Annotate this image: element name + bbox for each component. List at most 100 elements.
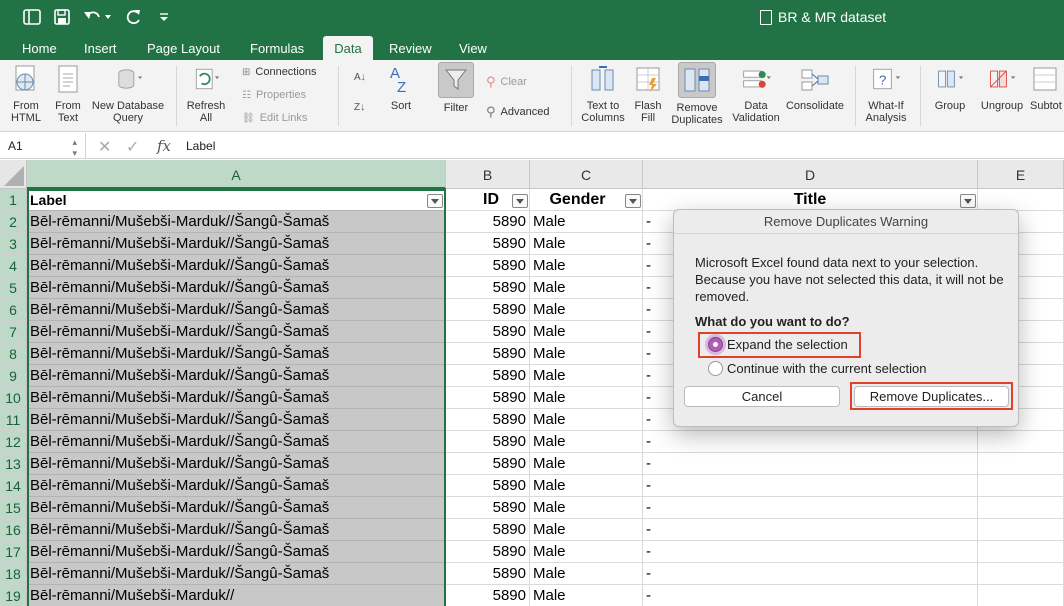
connections-button[interactable]: ⊞ Connections xyxy=(242,66,317,78)
cell-label[interactable]: Bēl-rēmanni/Mušebši-Marduk//Šangû-Šamaš xyxy=(27,277,446,299)
tab-data[interactable]: Data xyxy=(323,36,373,60)
cell-label[interactable]: Bēl-rēmanni/Mušebši-Marduk//Šangû-Šamaš xyxy=(27,431,446,453)
cell-id[interactable]: 5890 xyxy=(446,299,530,321)
cell-title[interactable]: - xyxy=(643,541,978,563)
cell-e[interactable] xyxy=(978,453,1064,475)
row-header[interactable]: 14 xyxy=(0,475,27,497)
tab-review[interactable]: Review xyxy=(378,36,443,60)
cell-label[interactable]: Bēl-rēmanni/Mušebši-Marduk//Šangû-Šamaš xyxy=(27,365,446,387)
cell-gender[interactable]: Male xyxy=(530,497,643,519)
from-text-button[interactable]: From Text xyxy=(48,62,88,124)
confirm-entry-icon[interactable]: ✓ xyxy=(126,137,139,157)
cell-label[interactable]: Bēl-rēmanni/Mušebši-Marduk//Šangû-Šamaš xyxy=(27,343,446,365)
group-button[interactable]: Group xyxy=(926,62,974,112)
cell-id[interactable]: 5890 xyxy=(446,343,530,365)
cell-label[interactable]: Bēl-rēmanni/Mušebši-Marduk//Šangû-Šamaš xyxy=(27,563,446,585)
cell-e[interactable] xyxy=(978,585,1064,606)
cell-label[interactable]: Bēl-rēmanni/Mušebši-Marduk//Šangû-Šamaš xyxy=(27,211,446,233)
filter-dropdown-icon[interactable] xyxy=(625,194,641,208)
row-header[interactable]: 2 xyxy=(0,211,27,233)
save-icon[interactable] xyxy=(52,6,72,28)
cell-id[interactable]: 5890 xyxy=(446,321,530,343)
row-header-1[interactable]: 1 xyxy=(0,189,27,211)
cell-label[interactable]: Bēl-rēmanni/Mušebši-Marduk//Šangû-Šamaš xyxy=(27,255,446,277)
cell-id[interactable]: 5890 xyxy=(446,211,530,233)
refresh-all-button[interactable]: Refresh All xyxy=(184,62,228,124)
row-header[interactable]: 19 xyxy=(0,585,27,606)
name-box-stepper-icon[interactable]: ▴ ▾ xyxy=(72,137,77,159)
cell-id[interactable]: 5890 xyxy=(446,563,530,585)
cell-gender[interactable]: Male xyxy=(530,409,643,431)
row-header[interactable]: 17 xyxy=(0,541,27,563)
customize-toolbar-icon[interactable] xyxy=(156,6,172,28)
flash-fill-button[interactable]: Flash Fill xyxy=(630,62,666,124)
cell-id[interactable]: 5890 xyxy=(446,497,530,519)
cell-id[interactable]: 5890 xyxy=(446,277,530,299)
cell-e[interactable] xyxy=(978,519,1064,541)
filter-button[interactable]: Filter xyxy=(436,62,476,114)
cell-label[interactable]: Bēl-rēmanni/Mušebši-Marduk//Šangû-Šamaš xyxy=(27,541,446,563)
cell-title[interactable]: - xyxy=(643,519,978,541)
row-header[interactable]: 3 xyxy=(0,233,27,255)
cell-e[interactable] xyxy=(978,475,1064,497)
cell-gender[interactable]: Male xyxy=(530,541,643,563)
tab-formulas[interactable]: Formulas xyxy=(239,36,315,60)
cell-gender[interactable]: Male xyxy=(530,233,643,255)
cancel-button[interactable]: Cancel xyxy=(684,386,840,407)
cell-gender[interactable]: Male xyxy=(530,431,643,453)
row-header[interactable]: 8 xyxy=(0,343,27,365)
cell-id[interactable]: 5890 xyxy=(446,541,530,563)
row-header[interactable]: 12 xyxy=(0,431,27,453)
cancel-entry-icon[interactable]: ✕ xyxy=(98,137,111,157)
name-box[interactable]: A1 ▴ ▾ xyxy=(0,133,86,159)
cell-a1[interactable]: Label xyxy=(27,189,446,211)
select-all-corner[interactable] xyxy=(0,160,27,189)
cell-id[interactable]: 5890 xyxy=(446,475,530,497)
text-to-columns-button[interactable]: Text to Columns xyxy=(578,62,628,124)
cell-label[interactable]: Bēl-rēmanni/Mušebši-Marduk//Šangû-Šamaš xyxy=(27,453,446,475)
cell-gender[interactable]: Male xyxy=(530,453,643,475)
consolidate-button[interactable]: Consolidate xyxy=(784,62,846,112)
cell-title[interactable]: - xyxy=(643,563,978,585)
cell-label[interactable]: Bēl-rēmanni/Mušebši-Marduk// xyxy=(27,585,446,606)
tab-insert[interactable]: Insert xyxy=(73,36,128,60)
row-header[interactable]: 11 xyxy=(0,409,27,431)
what-if-analysis-button[interactable]: ? What-If Analysis xyxy=(860,62,912,124)
remove-duplicates-confirm-button[interactable]: Remove Duplicates... xyxy=(854,386,1009,407)
row-header[interactable]: 13 xyxy=(0,453,27,475)
radio-continue-current[interactable]: Continue with the current selection xyxy=(708,361,926,376)
radio-expand-selection[interactable]: Expand the selection xyxy=(708,337,848,352)
cell-e[interactable] xyxy=(978,431,1064,453)
data-validation-button[interactable]: Data Validation xyxy=(728,62,784,124)
cell-e[interactable] xyxy=(978,497,1064,519)
row-header[interactable]: 18 xyxy=(0,563,27,585)
row-header[interactable]: 7 xyxy=(0,321,27,343)
column-header-a[interactable]: A xyxy=(27,160,446,189)
cell-title[interactable]: - xyxy=(643,475,978,497)
cell-e[interactable] xyxy=(978,541,1064,563)
cell-gender[interactable]: Male xyxy=(530,585,643,606)
tab-home[interactable]: Home xyxy=(11,36,68,60)
filter-dropdown-icon[interactable] xyxy=(427,194,443,208)
row-header[interactable]: 4 xyxy=(0,255,27,277)
tab-page-layout[interactable]: Page Layout xyxy=(136,36,231,60)
row-header[interactable]: 6 xyxy=(0,299,27,321)
cell-label[interactable]: Bēl-rēmanni/Mušebši-Marduk//Šangû-Šamaš xyxy=(27,519,446,541)
function-icon[interactable]: fx xyxy=(157,137,171,155)
column-header-b[interactable]: B xyxy=(446,160,530,189)
new-database-query-button[interactable]: New Database Query xyxy=(88,62,168,124)
cell-e[interactable] xyxy=(978,563,1064,585)
undo-icon[interactable] xyxy=(82,6,112,28)
tab-view[interactable]: View xyxy=(448,36,498,60)
cell-gender[interactable]: Male xyxy=(530,211,643,233)
cell-title[interactable]: - xyxy=(643,431,978,453)
filter-dropdown-icon[interactable] xyxy=(960,194,976,208)
cell-gender[interactable]: Male xyxy=(530,387,643,409)
cell-d1[interactable]: Title xyxy=(643,189,978,211)
cell-gender[interactable]: Male xyxy=(530,519,643,541)
row-header[interactable]: 9 xyxy=(0,365,27,387)
cell-id[interactable]: 5890 xyxy=(446,519,530,541)
cell-id[interactable]: 5890 xyxy=(446,431,530,453)
ungroup-button[interactable]: Ungroup xyxy=(978,62,1026,112)
cell-gender[interactable]: Male xyxy=(530,343,643,365)
